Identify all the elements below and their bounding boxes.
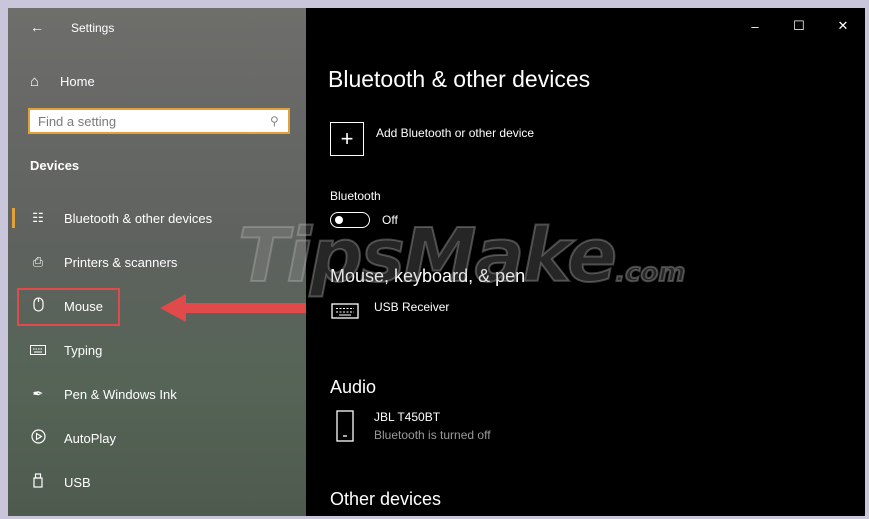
home-label: Home — [60, 73, 95, 89]
search-icon[interactable]: ⚲ — [270, 114, 279, 128]
bluetooth-label: Bluetooth — [330, 189, 381, 203]
device-usb-receiver[interactable]: USB Receiver — [330, 300, 449, 320]
minimize-button[interactable]: – — [733, 8, 777, 44]
sidebar-item-autoplay[interactable]: AutoPlay — [8, 416, 306, 460]
sidebar-item-label: Pen & Windows Ink — [64, 386, 177, 402]
sidebar-item-label: Printers & scanners — [64, 254, 178, 270]
sidebar-item-typing[interactable]: Typing — [8, 328, 306, 372]
toggle-switch[interactable] — [330, 212, 370, 228]
selected-indicator — [12, 208, 15, 228]
phone-device-icon — [330, 410, 360, 442]
device-name: USB Receiver — [374, 300, 450, 314]
page-title: Bluetooth & other devices — [328, 66, 591, 92]
close-button[interactable]: ✕ — [821, 8, 865, 44]
toggle-state-label: Off — [382, 213, 398, 227]
maximize-button[interactable]: ☐ — [777, 8, 821, 44]
sidebar-item-usb[interactable]: USB — [8, 460, 306, 504]
sidebar-item-label: Bluetooth & other devices — [64, 210, 213, 226]
section-title-other-devices: Other devices — [330, 489, 442, 509]
sidebar-item-pen[interactable]: ✒ Pen & Windows Ink — [8, 372, 306, 416]
section-title-input-devices: Mouse, keyboard, & pen — [330, 266, 526, 286]
annotation-highlight-box — [17, 288, 120, 326]
device-status: Bluetooth is turned off — [374, 428, 491, 442]
sidebar-item-bluetooth[interactable]: ☷ Bluetooth & other devices — [8, 196, 306, 240]
search-box[interactable]: ⚲ — [28, 108, 290, 134]
autoplay-icon — [29, 429, 47, 447]
home-icon: ⌂ — [30, 72, 40, 90]
keyboard-icon — [29, 343, 47, 358]
plus-icon: + — [330, 122, 364, 156]
usb-icon — [29, 473, 47, 491]
window-controls: – ☐ ✕ — [733, 8, 865, 44]
settings-window: ← Settings ⌂ Home ⚲ Devices ☷ Bluetooth … — [8, 8, 865, 516]
bluetooth-devices-icon: ☷ — [32, 210, 44, 225]
printer-icon: ⎙ — [32, 254, 44, 269]
devices-nav: ☷ Bluetooth & other devices ⎙ Printers &… — [8, 196, 306, 504]
keyboard-icon — [330, 300, 360, 320]
bluetooth-toggle[interactable]: Off — [330, 212, 398, 228]
sidebar-item-label: AutoPlay — [64, 430, 117, 446]
sidebar-item-label: USB — [64, 474, 91, 490]
pen-icon: ✒ — [32, 386, 44, 401]
annotation-arrow-icon — [160, 294, 306, 322]
sidebar-item-label: Typing — [64, 342, 103, 358]
search-input[interactable] — [30, 113, 266, 129]
section-heading-devices: Devices — [30, 158, 80, 173]
section-title-audio: Audio — [330, 377, 377, 397]
sidebar: ← Settings ⌂ Home ⚲ Devices ☷ Bluetooth … — [8, 8, 306, 516]
app-title: Settings — [71, 21, 115, 35]
device-jbl-t450bt[interactable]: JBL T450BT Bluetooth is turned off — [330, 410, 491, 442]
sidebar-item-printers[interactable]: ⎙ Printers & scanners — [8, 240, 306, 284]
main-content: – ☐ ✕ Bluetooth & other devices + Add Bl… — [306, 8, 865, 516]
back-arrow-icon[interactable]: ← — [30, 19, 44, 35]
add-device-button[interactable]: + Add Bluetooth or other device — [330, 122, 534, 156]
title-bar: ← Settings — [8, 8, 306, 48]
add-device-label: Add Bluetooth or other device — [376, 126, 535, 140]
device-name: JBL T450BT — [374, 410, 441, 424]
home-nav-item[interactable]: ⌂ Home — [20, 70, 95, 92]
